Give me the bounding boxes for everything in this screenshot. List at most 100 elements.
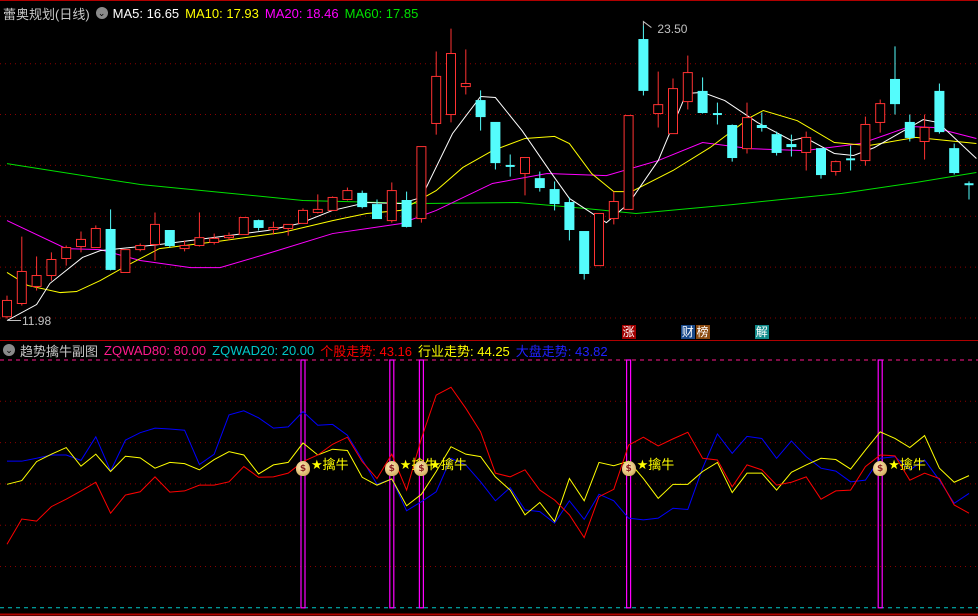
stock-trend-value: 个股走势: 43.16	[320, 343, 413, 359]
candle	[579, 231, 590, 280]
candle	[756, 112, 767, 132]
candle-body	[549, 189, 560, 205]
candle-body	[919, 127, 930, 143]
candle	[668, 78, 678, 135]
candle	[505, 154, 515, 177]
money-bag-icon: $	[873, 461, 888, 476]
industry-trend-value: 行业走势: 44.25	[418, 343, 510, 359]
candle-body	[608, 201, 619, 220]
candle-body	[194, 237, 205, 247]
candle-body	[490, 121, 501, 164]
candle-body	[682, 72, 693, 103]
signal-bar	[300, 359, 306, 609]
candle-body	[653, 104, 664, 115]
event-badge[interactable]: 榜	[695, 325, 710, 339]
candle-body	[638, 39, 649, 91]
market-trend-value: 大盘走势: 43.82	[515, 343, 608, 359]
candle-body	[786, 144, 797, 148]
money-bag-icon: $	[621, 461, 636, 476]
zqwad80-value: ZQWAD80: 80.00	[104, 342, 207, 358]
money-bag-icon: $	[414, 461, 429, 476]
candle	[416, 146, 427, 223]
candle	[194, 212, 205, 247]
sub-chart-header: ⌄ 趋势擒牛副图 ZQWAD80: 80.00 ZQWAD20: 20.00 个…	[3, 341, 614, 359]
candle-body	[830, 161, 841, 173]
candle-body	[697, 90, 708, 114]
candle	[564, 197, 575, 241]
candle	[90, 225, 101, 249]
candle	[934, 83, 945, 134]
candle-body	[742, 117, 752, 150]
candle-body	[579, 231, 590, 274]
ma60-value: MA60: 17.85	[344, 5, 419, 21]
candle	[653, 71, 664, 128]
candle	[460, 49, 471, 95]
candle-body	[875, 103, 886, 123]
candle	[771, 131, 782, 156]
candle-body	[31, 275, 42, 287]
candle-body	[238, 217, 249, 236]
candle	[801, 131, 812, 171]
candle-body	[816, 148, 826, 176]
candle	[135, 243, 146, 252]
candle	[786, 134, 797, 157]
candle-body	[2, 299, 12, 318]
dropdown-chevron-icon[interactable]: ⌄	[95, 7, 108, 19]
candle-body	[564, 202, 575, 230]
candle	[446, 28, 456, 123]
candle-body	[520, 157, 530, 175]
event-badge[interactable]: 涨	[621, 325, 636, 339]
candle-body	[949, 148, 960, 174]
candle-body	[431, 75, 442, 124]
candle-body	[860, 123, 871, 162]
candle	[327, 196, 338, 211]
candle-body	[668, 88, 678, 135]
signal-label: $★擒牛	[873, 451, 926, 476]
candle-body	[904, 121, 915, 138]
candle	[816, 148, 826, 179]
chart-canvas[interactable]	[0, 0, 978, 616]
candle	[490, 121, 501, 170]
event-badge[interactable]: 财	[680, 325, 695, 339]
candle	[2, 295, 12, 319]
candle-body	[105, 228, 116, 270]
candle-body	[416, 146, 427, 220]
candle-body	[594, 212, 604, 267]
candle	[386, 182, 397, 223]
candle-body	[61, 247, 72, 259]
candle-body	[623, 115, 634, 210]
candle	[105, 209, 116, 271]
candle	[727, 124, 738, 162]
candle-body	[179, 245, 190, 250]
candle-body	[460, 83, 471, 88]
candle-body	[342, 190, 353, 200]
candle-body	[150, 223, 160, 245]
candle	[150, 212, 160, 261]
candle	[520, 157, 530, 196]
event-badge[interactable]: 解	[754, 325, 769, 339]
candle-body	[446, 53, 456, 116]
candle	[312, 194, 323, 214]
candle	[164, 230, 175, 248]
candle	[742, 102, 752, 154]
candle	[860, 116, 871, 166]
candle-body	[756, 124, 767, 129]
candle	[919, 114, 930, 160]
candle	[594, 212, 604, 267]
candle	[238, 217, 249, 236]
dropdown-chevron-icon[interactable]: ⌄	[3, 344, 15, 356]
signal-text: ★擒牛	[636, 458, 675, 473]
ma10-value: MA10: 17.93	[185, 5, 259, 21]
signal-text: ★擒牛	[888, 458, 926, 473]
industry-trend-line	[6, 431, 970, 523]
candle-body	[209, 237, 220, 243]
candle-body	[268, 226, 279, 230]
candle-body	[890, 78, 900, 105]
candle	[209, 233, 220, 245]
high-price-label: 23.50	[657, 21, 688, 36]
candle	[875, 99, 886, 133]
candle-body	[224, 235, 234, 239]
candle	[638, 25, 649, 96]
candle-body	[372, 204, 382, 220]
candle-body	[90, 227, 101, 249]
